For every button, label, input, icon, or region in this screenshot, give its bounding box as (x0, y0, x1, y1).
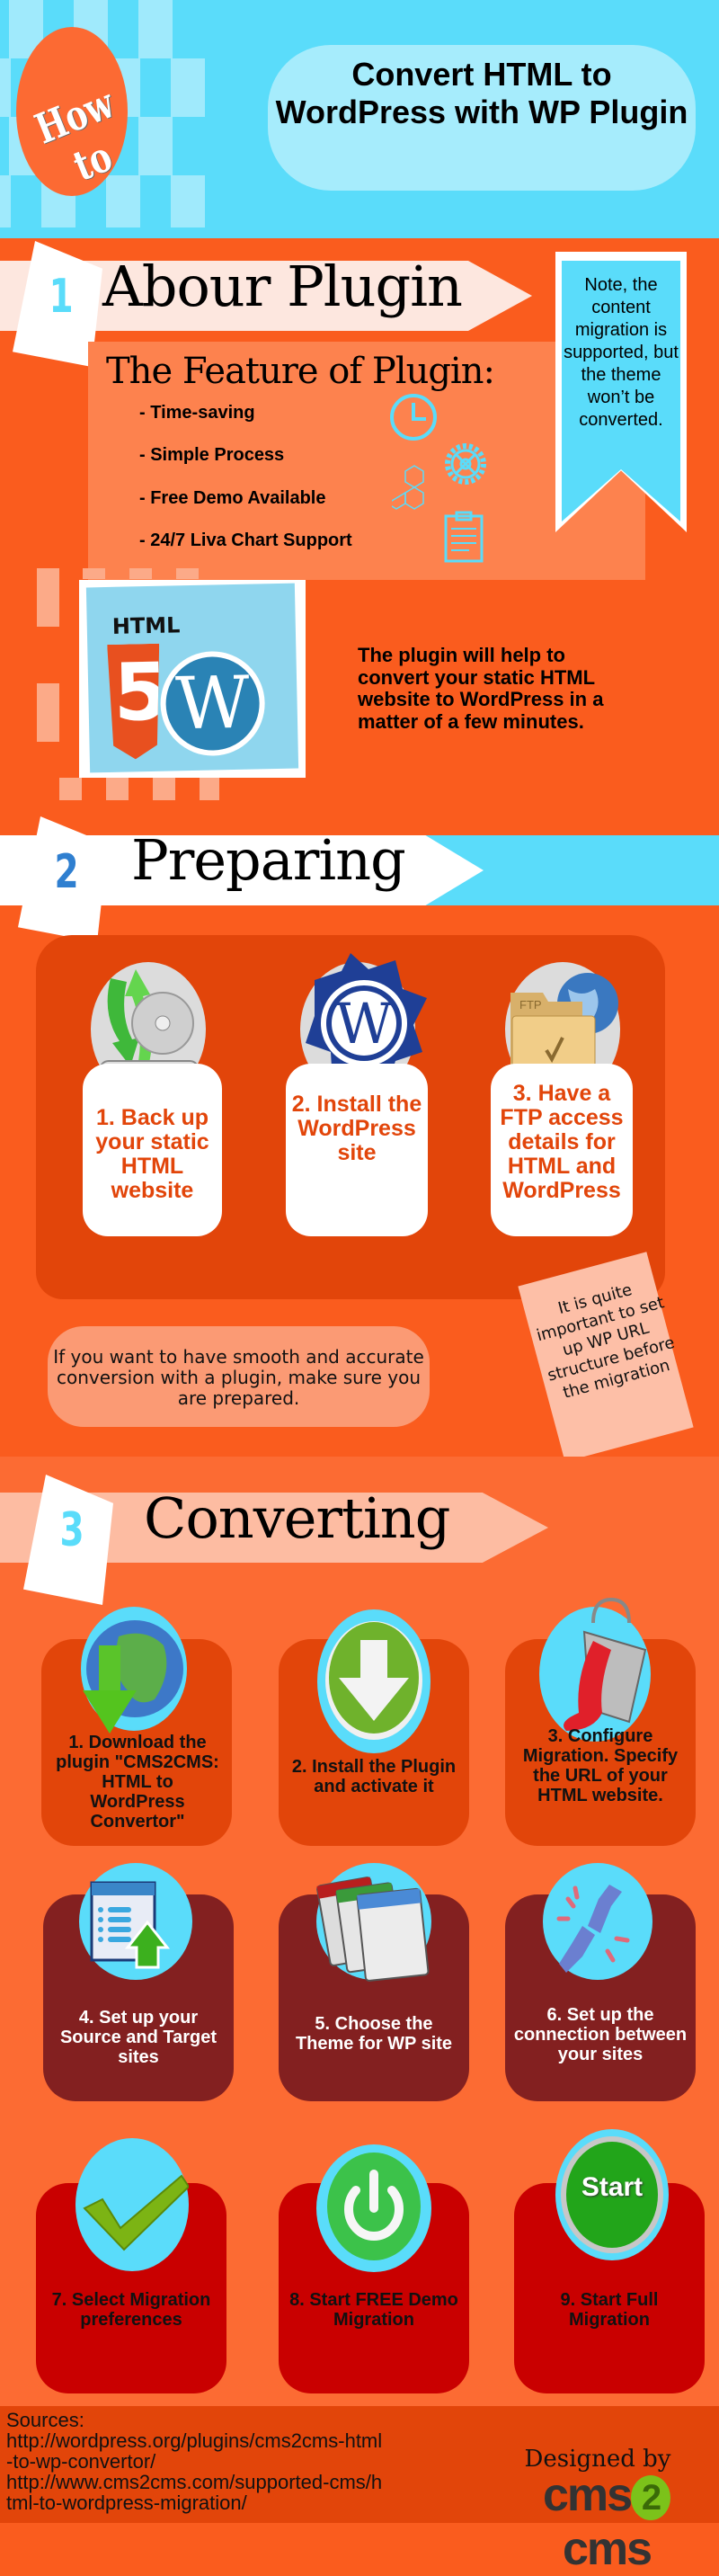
feature-item: - Simple Process (139, 445, 285, 465)
html5-wordpress-image: HTML 5 W (85, 583, 299, 773)
feature-item: - 24/7 Liva Chart Support (139, 530, 352, 550)
download-arrow-icon (325, 1621, 422, 1740)
html5-shield-icon: 5 (107, 644, 162, 760)
convert-step-text: 1. Download the plugin "CMS2CMS: HTML to… (56, 1733, 219, 1832)
power-icon (327, 2153, 421, 2260)
sources-label: Sources: (6, 2409, 84, 2431)
feature-item: - Free Demo Available (139, 488, 326, 508)
wordpress-logo-icon: W (159, 650, 266, 757)
page-title: Convert HTML to WordPress with WP Plugin (275, 56, 688, 130)
html5-digit: 5 (112, 645, 170, 739)
clipboard-icon (444, 511, 484, 563)
checker-tile (0, 175, 11, 227)
prep-step-text: 1. Back up your static HTML website (95, 1105, 209, 1203)
decor-square (83, 568, 105, 579)
decor-square (59, 778, 82, 800)
section-1-title: Abour Plugin (102, 254, 463, 319)
decor-square (153, 778, 175, 800)
decor-square (37, 568, 59, 627)
svg-text:W: W (335, 991, 393, 1056)
note-text: Note, the content migration is supported… (564, 275, 679, 430)
theme-windows-icon (316, 1876, 430, 1982)
header-banner: How to Convert HTML to WordPress with WP… (0, 0, 719, 238)
prep-step-text: 3. Have a FTP access details for HTML an… (500, 1081, 624, 1203)
convert-step-text: 5. Choose the Theme for WP site (295, 2014, 453, 2054)
section-3-number: 3 (59, 1503, 84, 1557)
prep-step-text: 2. Install the WordPress site (291, 1092, 422, 1165)
decor-square (37, 683, 59, 742)
decor-square (176, 568, 199, 579)
html-label: HTML (111, 612, 181, 639)
globe-download-icon (83, 1620, 183, 1734)
list-upload-icon (90, 1881, 171, 1969)
checker-tile (171, 175, 205, 227)
sources-block: Sources: http://wordpress.org/plugins/cm… (6, 2410, 384, 2513)
tip-text: If you want to have smooth and accurate … (53, 1346, 424, 1409)
logo-digit: 2 (631, 2475, 671, 2521)
section-3-title: Converting (144, 1485, 450, 1551)
section-2-number: 2 (54, 845, 79, 899)
checker-tile (106, 175, 140, 227)
convert-step-text: 6. Set up the connection between your si… (513, 2005, 688, 2064)
start-label: Start (581, 2172, 644, 2202)
convert-step-text: 8. Start FREE Demo Migration (289, 2290, 458, 2330)
decor-square (106, 778, 129, 800)
convert-step-text: 3. Configure Migration. Specify the URL … (522, 1726, 679, 1805)
section-2-title: Preparing (131, 827, 406, 893)
molecule-icon (392, 465, 424, 510)
plugin-description: The plugin will help to convert your sta… (358, 644, 604, 733)
convert-step-text: 9. Start Full Migration (560, 2290, 659, 2330)
start-button-icon: Start (561, 2136, 663, 2253)
wordpress-letter: W (164, 655, 261, 752)
plug-connection-icon (556, 1885, 630, 1973)
cms2cms-logo[interactable]: cms 2cms (499, 2468, 715, 2576)
convert-step-text: 2. Install the Plugin and activate it (291, 1757, 457, 1796)
convert-step-text: 7. Select Migration preferences (51, 2290, 211, 2330)
how-to-badge: How to (16, 27, 128, 196)
convert-step-text: 4. Set up your Source and Target sites (59, 2008, 217, 2067)
checker-tile (0, 58, 11, 117)
logo-text-right: cms (562, 2523, 652, 2575)
clock-icon (390, 394, 437, 441)
ftp-label: FTP (519, 998, 542, 1012)
checker-tile (171, 58, 205, 117)
features-title: The Feature of Plugin: (106, 351, 495, 392)
source-link[interactable]: http://wordpress.org/plugins/cms2cms-htm… (6, 2430, 384, 2472)
decor-square (129, 568, 152, 579)
checkmark-icon (83, 2174, 189, 2251)
logo-text-left: cms (542, 2469, 633, 2521)
section-1-number: 1 (49, 270, 74, 324)
source-link[interactable]: http://www.cms2cms.com/supported-cms/htm… (6, 2472, 384, 2513)
checker-tile (138, 0, 173, 58)
paint-bucket-icon (564, 1597, 647, 1731)
gear-icon (445, 443, 486, 485)
feature-item: - Time-saving (139, 403, 255, 423)
